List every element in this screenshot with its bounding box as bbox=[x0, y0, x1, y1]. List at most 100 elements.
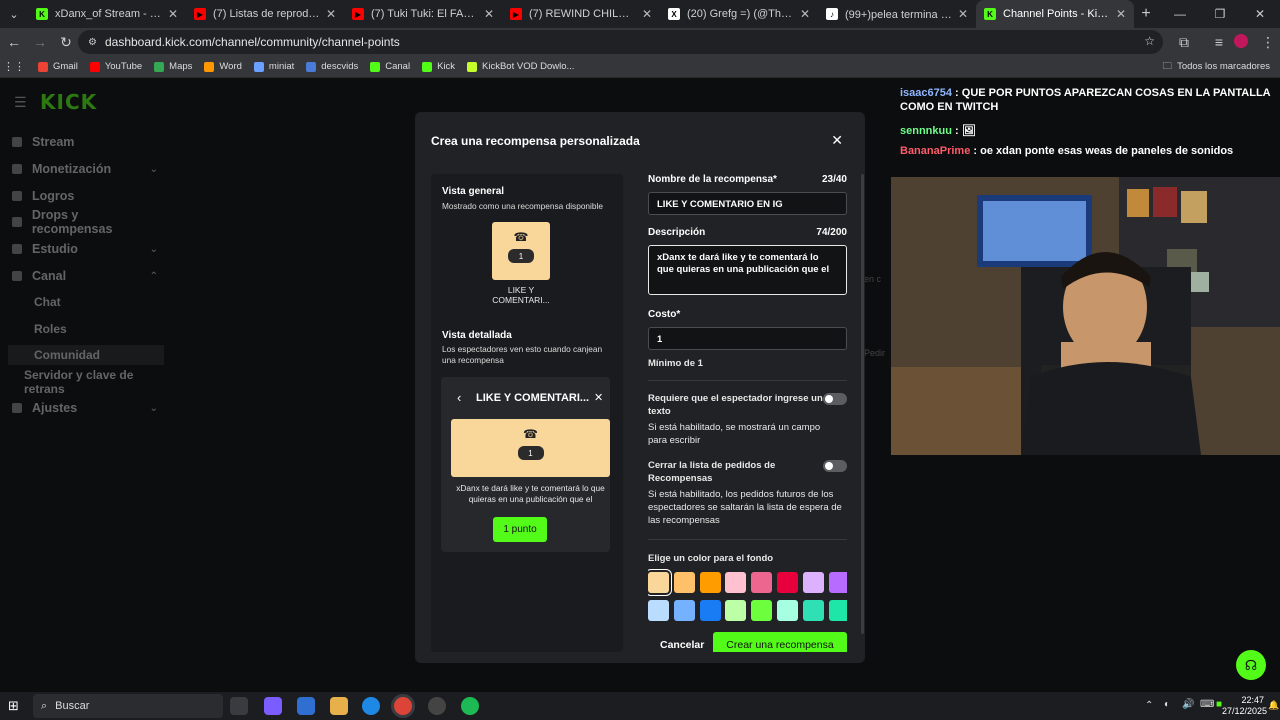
color-swatch[interactable] bbox=[828, 572, 847, 593]
sidebar-item-settings[interactable]: Ajustes ⌄ bbox=[12, 398, 160, 418]
file-explorer-icon[interactable] bbox=[330, 697, 348, 715]
tab-close-icon[interactable]: ✕ bbox=[168, 7, 178, 21]
color-swatch[interactable] bbox=[673, 600, 695, 621]
reload-icon[interactable]: ↻ bbox=[54, 30, 78, 54]
sidebar-item-stream[interactable]: Stream bbox=[12, 132, 160, 152]
bookmark-item[interactable]: miniat bbox=[253, 61, 294, 72]
extensions-icon[interactable]: ⧉ bbox=[1172, 30, 1196, 54]
copilot-icon[interactable] bbox=[264, 697, 282, 715]
chat-username[interactable]: BananaPrime bbox=[900, 145, 970, 157]
forward-icon[interactable]: → bbox=[28, 30, 52, 54]
bookmark-item[interactable]: Maps bbox=[154, 61, 192, 72]
color-swatch[interactable] bbox=[751, 600, 773, 621]
new-tab-icon[interactable]: + bbox=[1134, 5, 1158, 23]
color-swatch[interactable] bbox=[699, 572, 721, 593]
edge-icon[interactable] bbox=[362, 697, 380, 715]
restore-icon[interactable]: ❐ bbox=[1200, 0, 1240, 28]
sidebar-item-monetización[interactable]: Monetización ⌄ bbox=[12, 159, 160, 179]
bookmark-item[interactable]: Gmail bbox=[38, 61, 78, 72]
color-swatch[interactable] bbox=[725, 572, 747, 593]
window-close-icon[interactable]: ✕ bbox=[1240, 0, 1280, 28]
color-swatch[interactable] bbox=[699, 600, 721, 621]
store-icon[interactable] bbox=[297, 697, 315, 715]
chat-username[interactable]: isaac6754 bbox=[900, 87, 952, 99]
bookmark-star-icon[interactable]: ☆ bbox=[1144, 34, 1155, 48]
color-swatch[interactable] bbox=[777, 600, 798, 621]
bookmark-item[interactable]: descvids bbox=[306, 61, 358, 72]
taskbar-search[interactable]: ⌕ Buscar bbox=[33, 694, 223, 718]
browser-tab[interactable]: ▶ (7) Listas de reproducción - You ✕ bbox=[186, 0, 344, 28]
menu-icon[interactable]: ⋮ bbox=[1256, 30, 1280, 54]
browser-tab[interactable]: KxDanx_of Stream - Watch Live o ✕ bbox=[28, 0, 186, 28]
sidebar-item-label: Drops y recompensas bbox=[31, 208, 113, 236]
all-bookmarks-folder[interactable]: 🗀 Todos los marcadores bbox=[1163, 59, 1270, 75]
reward-description-textarea[interactable]: xDanx te dará like y te comentará lo que… bbox=[648, 245, 847, 295]
task-view-icon[interactable] bbox=[230, 697, 248, 715]
reward-cost-input[interactable]: 1 bbox=[648, 327, 847, 350]
minimize-icon[interactable]: — bbox=[1160, 0, 1200, 28]
color-swatch[interactable] bbox=[725, 600, 747, 621]
reward-name-input[interactable]: LIKE Y COMENTARIO EN IG bbox=[648, 192, 847, 215]
sidebar-subitem[interactable]: Comunidad bbox=[8, 345, 164, 365]
tab-search-icon[interactable]: ⌄ bbox=[0, 0, 28, 28]
tray-chevron-icon[interactable]: ⌃ bbox=[1145, 700, 1153, 711]
tab-close-icon[interactable]: ✕ bbox=[958, 7, 968, 21]
browser-tab[interactable]: ▶ (7) REWIND CHILE 2025 - YouT ✕ bbox=[502, 0, 660, 28]
support-headset-icon[interactable]: ☊ bbox=[1236, 650, 1266, 680]
spotify-icon[interactable] bbox=[461, 697, 479, 715]
color-swatch[interactable] bbox=[828, 600, 847, 621]
obs-icon[interactable] bbox=[428, 697, 446, 715]
notification-bell-icon[interactable]: 🔔 bbox=[1268, 700, 1279, 711]
address-bar[interactable]: ⚙ dashboard.kick.com/channel/community/c… bbox=[78, 30, 1163, 54]
cancel-button[interactable]: Cancelar bbox=[656, 637, 708, 652]
sidebar-subitem[interactable]: Chat bbox=[34, 295, 61, 309]
kick-logo[interactable]: KICK bbox=[40, 90, 97, 114]
tab-close-icon[interactable]: ✕ bbox=[326, 7, 336, 21]
modal-close-icon[interactable]: ✕ bbox=[831, 132, 843, 149]
profile-avatar[interactable] bbox=[1234, 34, 1248, 48]
network-icon[interactable]: ⌨ bbox=[1200, 699, 1214, 710]
chrome-icon[interactable] bbox=[394, 697, 412, 715]
color-swatch[interactable] bbox=[648, 600, 669, 621]
volume-icon[interactable]: 🔊 bbox=[1182, 699, 1194, 710]
color-swatch[interactable] bbox=[802, 600, 824, 621]
clock[interactable]: 22:47 27/12/2025 bbox=[1222, 695, 1267, 717]
browser-tab[interactable]: ♪ (99+)pelea termina mal😂😂 ✕ bbox=[818, 0, 976, 28]
tab-close-icon[interactable]: ✕ bbox=[1116, 7, 1126, 21]
browser-tab[interactable]: ▶ (7) Tuki Tuki: El FAMOSO PAYAS ✕ bbox=[344, 0, 502, 28]
bookmark-item[interactable]: Kick bbox=[422, 61, 455, 72]
windows-start-icon[interactable]: ⊞ bbox=[8, 698, 19, 714]
back-icon[interactable]: ← bbox=[2, 30, 26, 54]
media-icon[interactable]: ≡ bbox=[1207, 30, 1231, 54]
sidebar-subitem[interactable]: Roles bbox=[34, 322, 67, 336]
browser-tab[interactable]: X (20) Grefg =) (@TheGrefg) / X ✕ bbox=[660, 0, 818, 28]
bookmark-item[interactable]: YouTube bbox=[89, 61, 142, 72]
color-swatch[interactable] bbox=[777, 572, 798, 593]
color-swatch[interactable] bbox=[673, 572, 695, 593]
apps-icon[interactable]: ⋮⋮ bbox=[0, 60, 28, 73]
sidebar-item-stream-server[interactable]: Servidor y clave de retrans bbox=[24, 368, 172, 396]
modal-scrollbar[interactable] bbox=[861, 174, 864, 634]
color-swatch[interactable] bbox=[802, 572, 824, 593]
bookmark-favicon-icon bbox=[467, 61, 478, 72]
sidebar-item-drops-y-recompensas[interactable]: Drops y recompensas bbox=[12, 208, 160, 236]
tab-close-icon[interactable]: ✕ bbox=[484, 7, 494, 21]
color-swatch[interactable] bbox=[648, 572, 669, 593]
require-text-toggle[interactable] bbox=[823, 393, 847, 405]
bookmark-item[interactable]: Canal bbox=[370, 61, 410, 72]
sidebar-item-canal[interactable]: Canal ⌃ bbox=[12, 266, 160, 286]
chat-username[interactable]: sennnkuu bbox=[900, 125, 952, 137]
create-reward-button[interactable]: Crear una recompensa bbox=[713, 632, 847, 652]
sidebar-item-estudio[interactable]: Estudio ⌄ bbox=[12, 239, 160, 259]
sidebar-item-logros[interactable]: Logros bbox=[12, 186, 160, 206]
tray-app-icon[interactable]: ◐ bbox=[1164, 699, 1170, 710]
hamburger-menu-icon[interactable]: ☰ bbox=[14, 94, 27, 111]
bookmark-item[interactable]: Word bbox=[204, 61, 242, 72]
site-info-icon[interactable]: ⚙ bbox=[88, 37, 97, 48]
browser-tab[interactable]: K Channel Points - Kick Dashboa ✕ bbox=[976, 0, 1134, 28]
tab-close-icon[interactable]: ✕ bbox=[800, 7, 810, 21]
bookmark-item[interactable]: KickBot VOD Dowlo... bbox=[467, 61, 574, 72]
tab-close-icon[interactable]: ✕ bbox=[642, 7, 652, 21]
skip-queue-toggle[interactable] bbox=[823, 460, 847, 472]
color-swatch[interactable] bbox=[751, 572, 773, 593]
